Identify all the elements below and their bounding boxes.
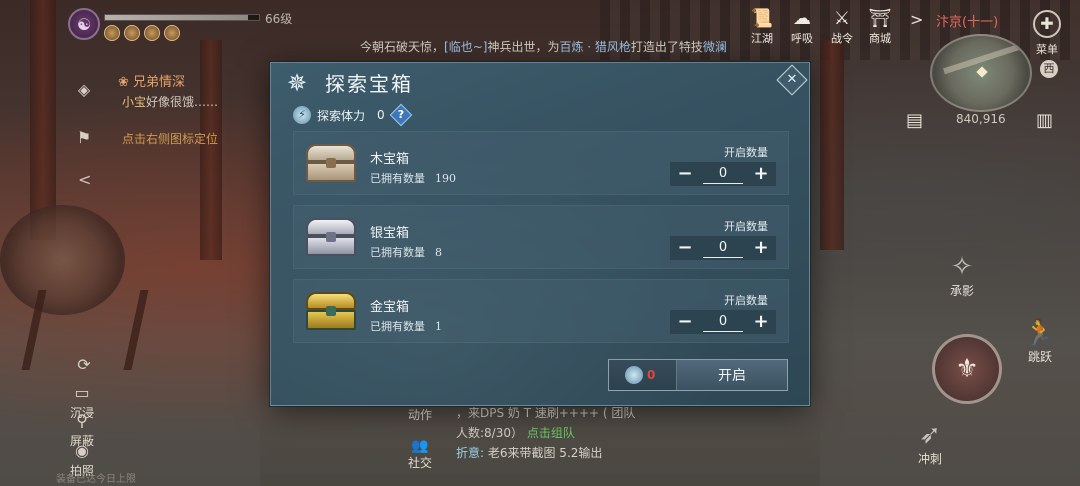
help-button[interactable]: ? xyxy=(389,103,412,127)
player-coordinates: 840,916 xyxy=(956,112,1006,126)
pinwheel-logo-icon: ✵ xyxy=(286,69,308,97)
current-city[interactable]: 汴京(十一) xyxy=(936,11,998,30)
open-button-label: 开启 xyxy=(718,368,746,384)
quantity-stepper: − 0 + xyxy=(670,236,776,260)
quest-description: 小宝好像很饿…… xyxy=(122,95,219,109)
minimap[interactable] xyxy=(930,34,1032,112)
camera-icon: ◉ xyxy=(75,441,89,460)
chest-row-silver: 银宝箱 已拥有数量 8 开启数量 − 0 + xyxy=(293,205,789,269)
explore-stamina: ⚡ 探索体力 0 ? xyxy=(293,103,412,127)
item-link[interactable]: 百炼 · 猎风枪 xyxy=(559,40,630,54)
chat-panel[interactable]: ，来DPS 奶 T 速刷++++ ( 团队 人数:8/30） 点击组队 折意: … xyxy=(404,402,654,474)
question-icon: ? xyxy=(397,108,404,121)
menu-battle-pass[interactable]: ⚔ 战令 xyxy=(822,8,862,46)
buff-icon[interactable] xyxy=(104,25,120,41)
team-tab-icon[interactable]: ⚑ xyxy=(72,128,96,152)
health-bar xyxy=(104,14,260,21)
open-quantity-label: 开启数量 xyxy=(724,220,768,233)
chengying-icon: ✧ xyxy=(951,252,973,282)
decrease-button[interactable]: − xyxy=(676,311,694,333)
quantity-stepper: − 0 + xyxy=(670,162,776,186)
quantity-input[interactable]: 0 xyxy=(703,313,743,332)
explore-chest-dialog: ✵ 探索宝箱 ✕ ⚡ 探索体力 0 ? 木宝箱 已拥有数量 190 开启数量 − … xyxy=(270,62,810,406)
menu-breath[interactable]: ☁ 呼吸 xyxy=(782,8,822,46)
stamina-icon xyxy=(625,366,643,384)
chest-row-wood: 木宝箱 已拥有数量 190 开启数量 − 0 + xyxy=(293,131,789,195)
shop-icon: ⛩ xyxy=(868,8,892,29)
menu-shop[interactable]: ⛩ 商城 xyxy=(860,8,900,46)
jump-icon: 🏃 xyxy=(1023,318,1057,348)
open-cost: 0 xyxy=(609,360,677,390)
stamina-icon: ⚡ xyxy=(293,106,311,124)
player-avatar[interactable]: ☯ xyxy=(68,8,100,40)
decrease-button[interactable]: − xyxy=(676,237,694,259)
open-quantity-label: 开启数量 xyxy=(724,146,768,159)
increase-button[interactable]: + xyxy=(752,237,770,259)
quest-tab-icon[interactable]: ◈ xyxy=(72,80,96,104)
hide-icon: ⚲ xyxy=(76,411,88,430)
battle-pass-icon: ⚔ xyxy=(833,8,851,29)
plus-icon: ✚ xyxy=(1033,10,1061,38)
buff-icon[interactable] xyxy=(164,25,180,41)
buff-icon[interactable] xyxy=(144,25,160,41)
owned-count: 已拥有数量 8 xyxy=(370,246,442,259)
player-level: 66级 xyxy=(265,12,293,26)
silver-chest-icon xyxy=(304,216,358,258)
quantity-input[interactable]: 0 xyxy=(703,239,743,258)
immerse-icon: ▭ xyxy=(74,383,90,402)
chat-line: 折意: 老6来带截图 5.2输出 xyxy=(456,446,603,460)
system-broadcast: 今朝石破天惊，[临也~]神兵出世，为百炼 · 猎风枪打造出了特技微澜 xyxy=(360,40,727,54)
wood-chest-icon xyxy=(304,142,358,184)
decrease-button[interactable]: − xyxy=(676,163,694,185)
expand-menu-icon[interactable]: > xyxy=(910,10,923,29)
chat-line: ，来DPS 奶 T 速刷++++ ( 团队 xyxy=(456,406,636,420)
footer-note: 装备已达今日上限 xyxy=(56,474,136,485)
dash-button[interactable]: ➶ 冲刺 xyxy=(900,420,960,467)
gold-chest-icon xyxy=(304,290,358,332)
quantity-input[interactable]: 0 xyxy=(703,165,743,184)
chat-line: 人数:8/30） 点击组队 xyxy=(456,426,575,440)
menu-jianghu[interactable]: 📜 江湖 xyxy=(742,8,782,46)
jianghu-icon: 📜 xyxy=(750,8,774,29)
dialog-title: 探索宝箱 xyxy=(325,72,413,96)
open-quantity-label: 开启数量 xyxy=(724,294,768,307)
journal-icon[interactable]: ▥ xyxy=(1036,110,1053,131)
stamina-label: 探索体力 xyxy=(317,108,366,123)
stamina-value: 0 xyxy=(377,108,385,122)
quest-title[interactable]: ❀ 兄弟情深 xyxy=(118,71,185,90)
buff-list xyxy=(104,25,180,41)
collapse-arrow-icon[interactable]: < xyxy=(78,170,91,189)
player-link[interactable]: [临也~] xyxy=(444,40,487,54)
main-menu-button[interactable]: ✚ 菜单 xyxy=(1030,10,1064,57)
owned-count: 已拥有数量 190 xyxy=(370,172,456,185)
close-button[interactable]: ✕ xyxy=(776,64,808,96)
compass-badge: 西 xyxy=(1040,60,1058,78)
chest-row-gold: 金宝箱 已拥有数量 1 开启数量 − 0 + xyxy=(293,279,789,343)
chest-name: 木宝箱 xyxy=(370,152,410,167)
owned-count: 已拥有数量 1 xyxy=(370,320,442,333)
increase-button[interactable]: + xyxy=(752,311,770,333)
dash-icon: ➶ xyxy=(919,420,941,450)
skill-chengying[interactable]: ✧ 承影 xyxy=(932,252,992,299)
join-team-link[interactable]: 点击组队 xyxy=(527,426,575,440)
close-icon: ✕ xyxy=(786,72,798,87)
open-chest-button[interactable]: 0 开启 xyxy=(608,359,788,391)
chest-name: 银宝箱 xyxy=(370,226,410,241)
health-bar-fill xyxy=(105,15,249,20)
open-cost-value: 0 xyxy=(647,368,656,382)
buff-icon[interactable] xyxy=(124,25,140,41)
jump-button[interactable]: 🏃 跳跃 xyxy=(1010,318,1070,365)
main-skill-button[interactable]: ⚜ xyxy=(932,334,1002,404)
refresh-icon[interactable]: ⟳ xyxy=(66,356,102,376)
player-marker-icon xyxy=(976,66,988,78)
quantity-stepper: − 0 + xyxy=(670,310,776,334)
quest-hint: 点击右侧图标定位 xyxy=(122,132,219,146)
map-book-icon[interactable]: ▤ xyxy=(906,110,923,131)
increase-button[interactable]: + xyxy=(752,163,770,185)
chest-name: 金宝箱 xyxy=(370,300,410,315)
breath-icon: ☁ xyxy=(793,8,811,29)
